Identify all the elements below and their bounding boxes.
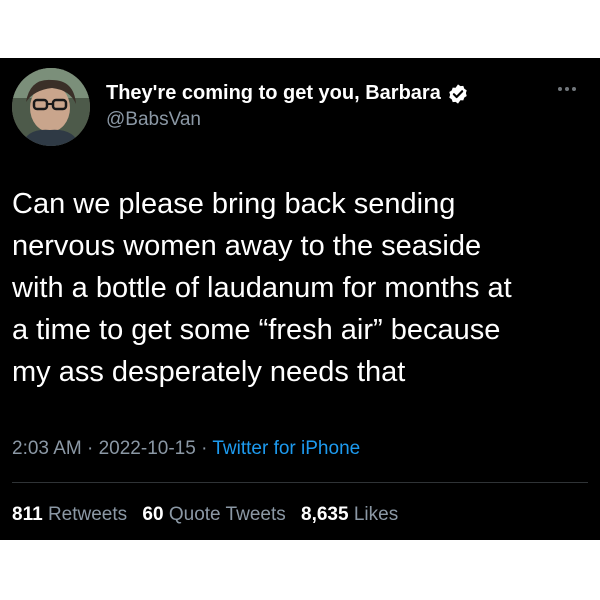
- avatar[interactable]: [12, 68, 90, 146]
- tweet-card: They're coming to get you, Barbara @Babs…: [0, 58, 600, 540]
- meta-separator: ·: [87, 438, 94, 459]
- quotes-stat[interactable]: 60 Quote Tweets: [142, 504, 291, 525]
- retweets-count: 811: [12, 504, 43, 525]
- more-dot: [558, 87, 562, 91]
- more-icon[interactable]: [558, 84, 582, 94]
- meta-separator: ·: [201, 438, 208, 459]
- likes-count: 8,635: [301, 504, 349, 525]
- author-names: They're coming to get you, Barbara @Babs…: [106, 82, 469, 131]
- author-handle[interactable]: @BabsVan: [106, 109, 469, 131]
- retweets-stat[interactable]: 811 Retweets: [12, 504, 132, 525]
- display-name[interactable]: They're coming to get you, Barbara: [106, 82, 441, 105]
- tweet-source-link[interactable]: Twitter for iPhone: [212, 438, 360, 459]
- likes-label: Likes: [353, 504, 399, 525]
- quotes-label: Quote Tweets: [168, 504, 286, 525]
- tweet-meta: 2:03 AM · 2022-10-15 · Twitter for iPhon…: [12, 438, 360, 460]
- tweet-text: Can we please bring back sending nervous…: [12, 188, 512, 388]
- divider: [12, 482, 588, 483]
- verified-icon: [447, 83, 469, 105]
- more-dot: [572, 87, 576, 91]
- likes-stat[interactable]: 8,635 Likes: [301, 504, 398, 525]
- retweets-label: Retweets: [47, 504, 128, 525]
- quotes-count: 60: [142, 504, 164, 525]
- tweet-date[interactable]: 2022-10-15: [99, 438, 196, 459]
- avatar-image: [12, 68, 90, 146]
- tweet-header: They're coming to get you, Barbara @Babs…: [12, 68, 588, 150]
- more-dot: [565, 87, 569, 91]
- tweet-time[interactable]: 2:03 AM: [12, 438, 82, 459]
- display-name-row: They're coming to get you, Barbara: [106, 82, 469, 105]
- tweet-stats: 811 Retweets 60 Quote Tweets 8,635 Likes: [12, 504, 408, 526]
